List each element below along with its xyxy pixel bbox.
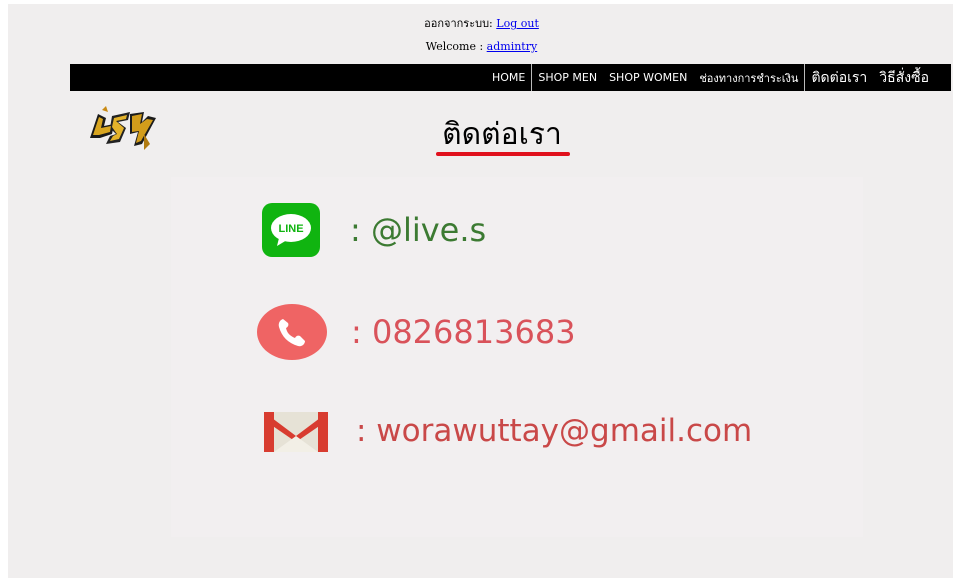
page-title: ติดต่อเรา	[432, 111, 572, 158]
site-logo[interactable]	[84, 104, 158, 152]
nav-contact[interactable]: ติดต่อเรา	[805, 64, 873, 91]
logout-prefix: ออกจากระบบ:	[424, 17, 497, 30]
welcome-prefix: Welcome :	[425, 40, 487, 53]
contact-row-line: LINE : @live.s	[262, 203, 486, 257]
phone-number-text: : 0826813683	[351, 313, 576, 351]
username-link[interactable]: admintry	[487, 40, 538, 53]
nav-how-to-order[interactable]: วิธีสั่งซื้อ	[873, 64, 951, 91]
welcome-line: Welcome : admintry	[0, 40, 963, 53]
mail-icon	[262, 408, 330, 454]
nav-shop-men[interactable]: SHOP MEN	[532, 64, 603, 91]
logout-link[interactable]: Log out	[496, 17, 539, 30]
page-frame-right	[953, 0, 963, 578]
line-icon-label: LINE	[278, 223, 303, 235]
email-text: : worawuttay@gmail.com	[356, 413, 753, 449]
logout-line: ออกจากระบบ: Log out	[0, 14, 963, 32]
logo-graphic	[90, 106, 156, 150]
nav-shop-women[interactable]: SHOP WOMEN	[603, 64, 693, 91]
page-title-text: ติดต่อเรา	[442, 117, 562, 152]
nav-payment[interactable]: ช่องทางการชำระเงิน	[693, 64, 806, 91]
contact-row-phone: : 0826813683	[257, 304, 576, 360]
main-navbar: HOME SHOP MEN SHOP WOMEN ช่องทางการชำระเ…	[70, 64, 951, 91]
nav-home[interactable]: HOME	[486, 64, 533, 91]
page-frame-left	[0, 0, 8, 578]
line-id-text: : @live.s	[350, 211, 487, 249]
contact-row-email: : worawuttay@gmail.com	[262, 408, 752, 454]
phone-icon	[257, 304, 327, 360]
line-icon: LINE	[262, 203, 320, 257]
title-underline	[436, 152, 570, 156]
page-frame-top	[0, 0, 963, 4]
